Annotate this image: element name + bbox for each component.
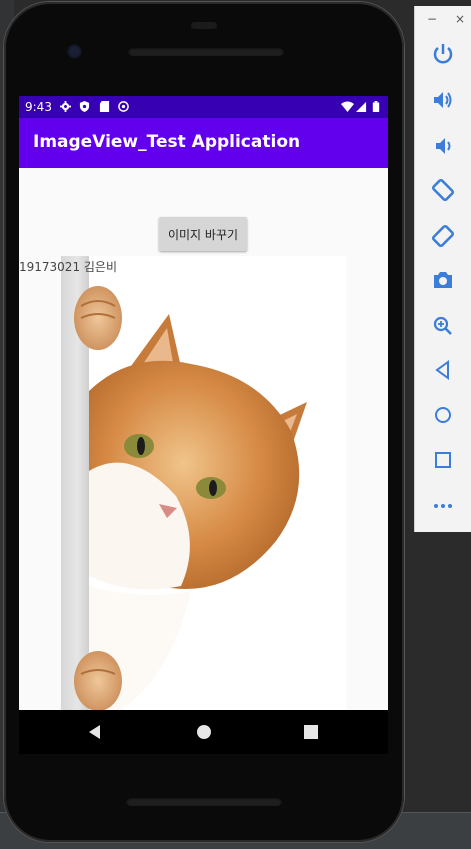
student-id-label: 19173021 김은비 [19, 260, 118, 274]
status-bar: 9:43 [19, 96, 388, 118]
power-icon[interactable] [431, 42, 455, 66]
zoom-icon[interactable] [431, 314, 455, 338]
camera-icon[interactable] [431, 268, 455, 292]
device-screen: 9:43 ImageView_Test Application 이미지 바꾸기 [19, 96, 388, 710]
sd-card-icon [99, 101, 110, 112]
emulator-side-panel: − × [414, 6, 471, 532]
rotate-right-icon[interactable] [431, 224, 455, 248]
navigation-bar [19, 710, 388, 754]
back-icon[interactable] [85, 722, 105, 742]
accessibility-icon [118, 101, 129, 112]
back-icon[interactable] [431, 358, 455, 382]
home-icon[interactable] [194, 722, 214, 742]
more-icon[interactable] [431, 494, 455, 518]
wifi-icon [341, 101, 354, 112]
shield-icon [79, 101, 90, 112]
rotate-left-icon[interactable] [431, 178, 455, 202]
cat-peeking-image[interactable] [61, 256, 346, 710]
battery-icon [372, 101, 380, 112]
volume-up-icon[interactable] [431, 88, 455, 112]
settings-icon [60, 101, 71, 112]
bottom-speaker-grille [126, 797, 282, 806]
earpiece [191, 22, 217, 29]
main-content: 이미지 바꾸기 19173021 김은비 [19, 168, 388, 710]
signal-icon [356, 101, 367, 112]
recents-icon[interactable] [301, 722, 321, 742]
status-time: 9:43 [25, 100, 52, 114]
minimize-button[interactable]: − [427, 12, 437, 26]
close-button[interactable]: × [455, 12, 465, 26]
volume-down-icon[interactable] [431, 134, 455, 158]
cat-illustration [74, 286, 307, 710]
home-icon[interactable] [431, 403, 455, 427]
app-title: ImageView_Test Application [33, 132, 301, 152]
front-camera [67, 44, 82, 59]
top-speaker-grille [128, 47, 284, 56]
change-image-button[interactable]: 이미지 바꾸기 [159, 217, 247, 251]
overview-icon[interactable] [431, 448, 455, 472]
app-bar: ImageView_Test Application [19, 118, 388, 168]
